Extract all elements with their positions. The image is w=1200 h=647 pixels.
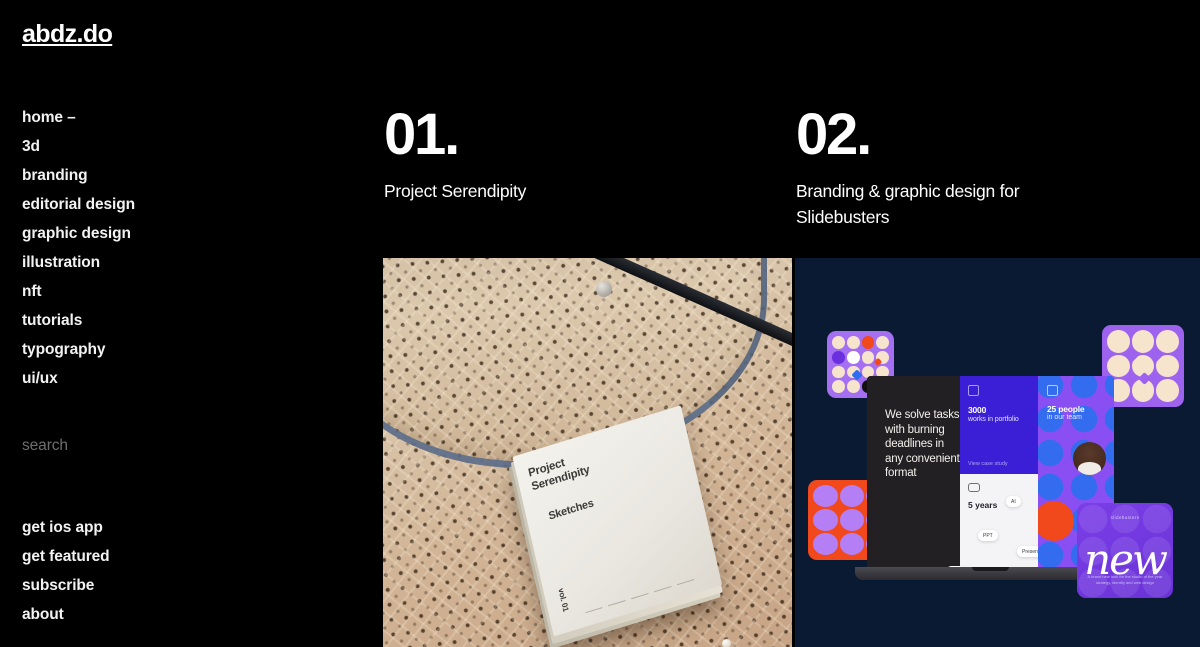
- tag-chip: AI: [1006, 496, 1021, 507]
- sidebar-item-nft[interactable]: nft: [22, 277, 135, 306]
- slide-stats-pane: 3000 works in portfolio View case study …: [946, 376, 1058, 569]
- post-thumbnail-slidebusters[interactable]: We solve tasks with burning deadlines in…: [795, 258, 1200, 647]
- page-root: abdz.do home – 3d branding editorial des…: [0, 0, 1200, 647]
- site-logo[interactable]: abdz.do: [22, 20, 113, 49]
- sidebar-item-illustration[interactable]: illustration: [22, 248, 135, 277]
- booklet-volume: vol. 01: [556, 587, 571, 613]
- tag-chip: PPT: [978, 530, 998, 541]
- portfolio-icon: [968, 385, 979, 396]
- post-title[interactable]: Project Serendipity: [384, 178, 684, 204]
- sidebar-item-home[interactable]: home –: [22, 103, 135, 132]
- slide-headline-pane: We solve tasks with burning deadlines in…: [867, 376, 960, 569]
- slide-experience-stat: 5 years AI PPT Presentations Key Brandin…: [946, 474, 1058, 569]
- sidebar-item-graphic-design[interactable]: graphic design: [22, 219, 135, 248]
- new-card-fine-print: A brand new look for the studio of the y…: [1087, 574, 1163, 585]
- sidebar-item-get-featured[interactable]: get featured: [22, 542, 110, 571]
- secondary-navigation: get ios app get featured subscribe about: [22, 513, 110, 629]
- primary-navigation: home – 3d branding editorial design grap…: [22, 103, 135, 393]
- post-grid: 01. Project Serendipity Project Serendip…: [383, 0, 1200, 647]
- search-input[interactable]: [22, 437, 272, 455]
- new-campaign-card: slidebusters new A brand new look for th…: [1077, 503, 1173, 598]
- metal-frame-knob: [595, 281, 612, 298]
- sidebar-item-tutorials[interactable]: tutorials: [22, 306, 135, 335]
- sidebar-item-branding[interactable]: branding: [22, 161, 135, 190]
- sidebar-item-editorial-design[interactable]: editorial design: [22, 190, 135, 219]
- sidebar-item-subscribe[interactable]: subscribe: [22, 571, 110, 600]
- sidebar: abdz.do home – 3d branding editorial des…: [0, 0, 383, 647]
- avatar: [1073, 442, 1106, 475]
- photo-backdrop: Project Serendipity Sketches vol. 01: [383, 258, 792, 647]
- post-number: 01.: [384, 102, 460, 167]
- slide-portfolio-stat: 3000 works in portfolio View case study: [960, 376, 1038, 474]
- post-card-01[interactable]: 01. Project Serendipity Project Serendip…: [383, 0, 792, 647]
- slide-headline: We solve tasks with burning deadlines in…: [885, 409, 960, 479]
- new-card-brand: slidebusters: [1110, 515, 1140, 520]
- post-title[interactable]: Branding & graphic design for Slidebuste…: [796, 178, 1096, 230]
- mockup-backdrop: We solve tasks with burning deadlines in…: [795, 258, 1200, 647]
- pattern-card-top-right: [1102, 325, 1184, 407]
- team-label: in our team: [1047, 414, 1083, 421]
- post-number: 02.: [796, 102, 872, 167]
- experience-icon: [968, 483, 980, 492]
- portfolio-value: 3000: [968, 405, 987, 415]
- booklet-subtitle: Sketches: [547, 497, 596, 523]
- sidebar-item-typography[interactable]: typography: [22, 335, 135, 364]
- sidebar-item-ui-ux[interactable]: ui/ux: [22, 364, 135, 393]
- team-value: 25 people: [1047, 404, 1085, 414]
- sidebar-item-3d[interactable]: 3d: [22, 132, 135, 161]
- post-card-02[interactable]: 02. Branding & graphic design for Slideb…: [795, 0, 1200, 647]
- post-thumbnail-serendipity[interactable]: Project Serendipity Sketches vol. 01: [383, 258, 792, 647]
- portfolio-label: works in portfolio: [968, 416, 1019, 423]
- team-icon: [1047, 385, 1058, 396]
- sidebar-item-get-ios-app[interactable]: get ios app: [22, 513, 110, 542]
- sidebar-item-about[interactable]: about: [22, 600, 110, 629]
- portfolio-link[interactable]: View case study: [968, 461, 1008, 467]
